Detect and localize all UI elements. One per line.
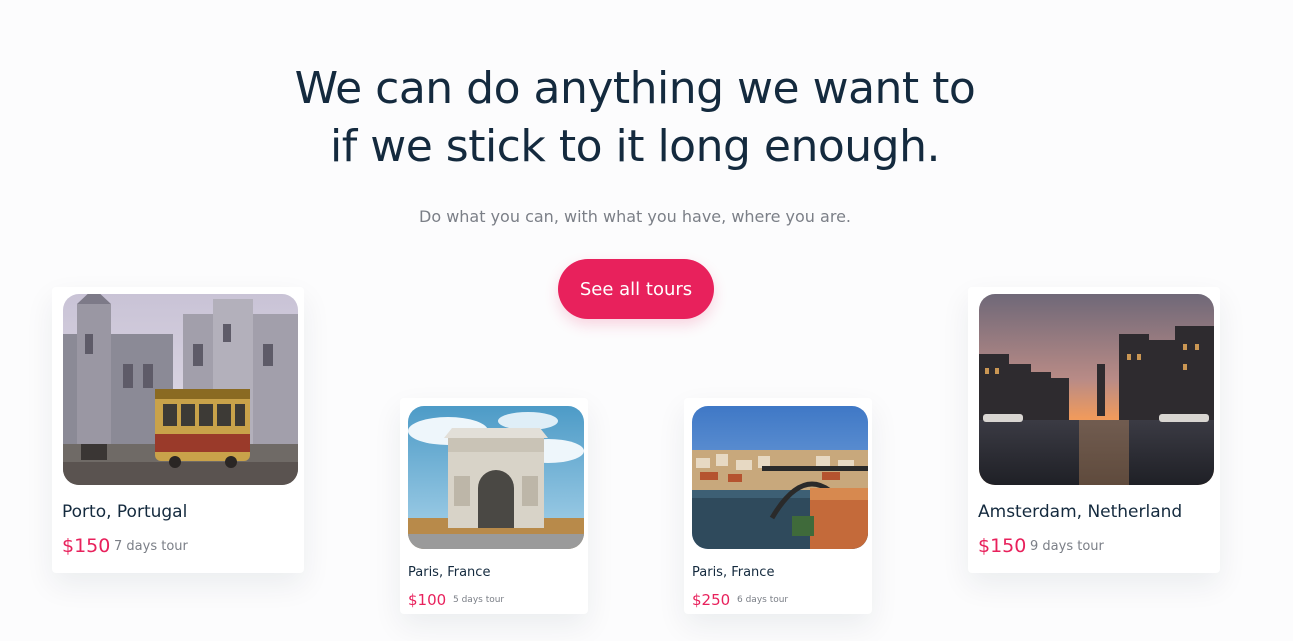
tour-price: $150 bbox=[978, 535, 1027, 557]
tour-duration: 7 days tour bbox=[114, 539, 188, 554]
tour-price: $150 bbox=[62, 535, 111, 557]
see-all-tours-button[interactable]: See all tours bbox=[558, 259, 714, 319]
tour-card-paris-arc[interactable]: Paris, France $100 5 days tour bbox=[400, 398, 588, 614]
tour-duration: 5 days tour bbox=[453, 595, 505, 605]
tour-image-amsterdam[interactable] bbox=[979, 294, 1214, 485]
tour-image-porto[interactable] bbox=[63, 294, 298, 485]
tour-image-paris-arc[interactable] bbox=[408, 406, 584, 549]
hero-headline: We can do anything we want to if we stic… bbox=[0, 60, 1270, 176]
tour-city: Paris, France bbox=[408, 565, 491, 580]
tour-city: Paris, France bbox=[692, 565, 775, 580]
hero-headline-line-1: We can do anything we want to bbox=[294, 63, 976, 114]
hero-subtitle: Do what you can, with what you have, whe… bbox=[419, 207, 851, 226]
tour-duration: 6 days tour bbox=[737, 595, 789, 605]
tour-price: $250 bbox=[692, 591, 731, 609]
tour-city: Porto, Portugal bbox=[62, 502, 188, 522]
tour-city: Amsterdam, Netherland bbox=[978, 502, 1183, 522]
tour-duration: 9 days tour bbox=[1030, 539, 1104, 554]
hero-headline-line-2: if we stick to it long enough. bbox=[330, 121, 940, 172]
tour-card-porto[interactable]: Porto, Portugal $150 7 days tour bbox=[52, 287, 304, 573]
tour-card-paris-bridge[interactable]: Paris, France $250 6 days tour bbox=[684, 398, 872, 614]
tour-price: $100 bbox=[408, 591, 447, 609]
tours-section: We can do anything we want to if we stic… bbox=[0, 0, 1293, 641]
tour-image-paris-bridge[interactable] bbox=[692, 406, 868, 549]
tour-card-amsterdam[interactable]: Amsterdam, Netherland $150 9 days tour bbox=[968, 287, 1220, 573]
